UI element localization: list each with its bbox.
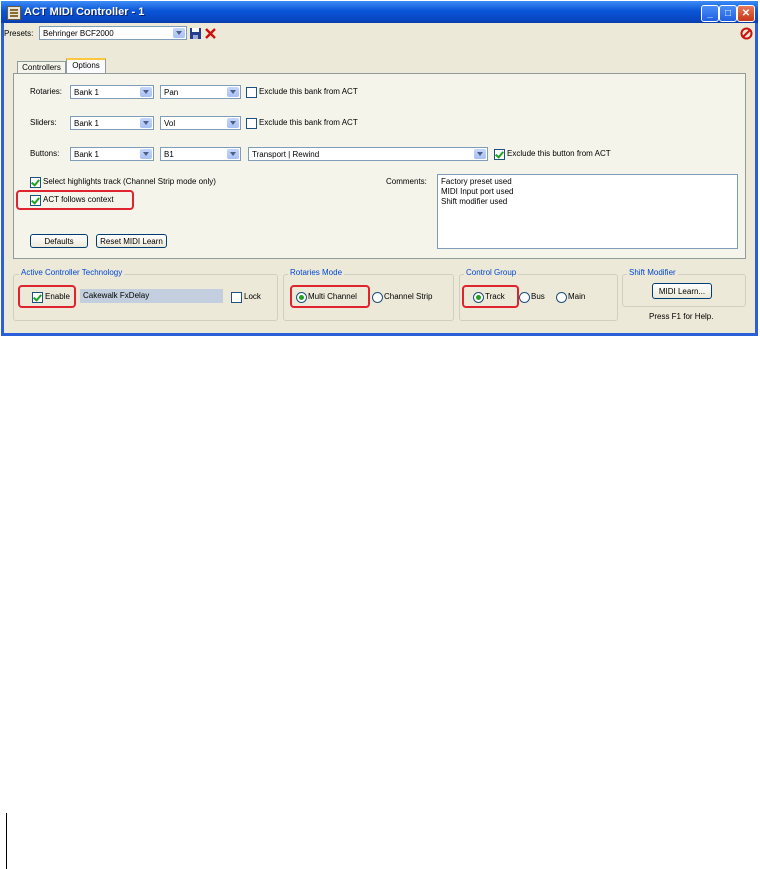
act-follows-checkbox[interactable]	[30, 195, 41, 206]
midi-learn-button[interactable]: MIDI Learn...	[652, 283, 712, 299]
lock-label: Lock	[244, 292, 261, 301]
app-icon	[7, 6, 21, 20]
save-icon[interactable]	[189, 27, 202, 40]
sliders-exclude-label: Exclude this bank from ACT	[259, 118, 358, 127]
no-entry-icon[interactable]	[740, 27, 753, 40]
dropdown-value: Bank 1	[74, 119, 99, 128]
comments-label: Comments:	[386, 177, 427, 186]
chevron-down-icon[interactable]	[227, 118, 239, 128]
chevron-down-icon[interactable]	[227, 87, 239, 97]
select-highlights-label: Select highlights track (Channel Strip m…	[43, 177, 216, 186]
presets-value: Behringer BCF2000	[43, 29, 114, 38]
buttons-action-dropdown[interactable]: Transport | Rewind	[248, 147, 488, 161]
bus-label: Bus	[531, 292, 545, 301]
buttons-bank-dropdown[interactable]: Bank 1	[70, 147, 154, 161]
rotaries-bank-dropdown[interactable]: Bank 1	[70, 85, 154, 99]
sliders-label: Sliders:	[30, 118, 57, 127]
sliders-bank-dropdown[interactable]: Bank 1	[70, 116, 154, 130]
act-follows-label: ACT follows context	[43, 195, 114, 204]
active-plugin-field: Cakewalk FxDelay	[80, 289, 223, 303]
rotaries-label: Rotaries:	[30, 87, 63, 96]
defaults-button[interactable]: Defaults	[30, 234, 88, 248]
bus-radio[interactable]	[519, 292, 530, 303]
close-button[interactable]: ✕	[737, 5, 755, 22]
minimize-button[interactable]: _	[701, 5, 719, 22]
chevron-down-icon[interactable]	[474, 149, 486, 159]
multi-channel-radio[interactable]	[296, 292, 307, 303]
rotaries-mode-label: Rotaries Mode	[288, 268, 345, 277]
title-bar[interactable]: ACT MIDI Controller - 1 _ □ ✕	[1, 1, 758, 23]
buttons-exclude-checkbox[interactable]	[494, 149, 505, 160]
dropdown-value: Transport | Rewind	[252, 150, 320, 159]
comment-line: Shift modifier used	[441, 197, 508, 206]
chevron-down-icon[interactable]	[173, 28, 185, 38]
presets-label: Presets:	[4, 29, 34, 38]
select-highlights-checkbox[interactable]	[30, 177, 41, 188]
main-label: Main	[568, 292, 586, 301]
edge-line	[6, 813, 7, 869]
comment-line: Factory preset used	[441, 177, 512, 186]
chevron-down-icon[interactable]	[140, 118, 152, 128]
track-radio[interactable]	[473, 292, 484, 303]
rotaries-exclude-checkbox[interactable]	[246, 87, 257, 98]
control-group-label: Control Group	[464, 268, 519, 277]
sliders-param-dropdown[interactable]: Vol	[160, 116, 241, 130]
chevron-down-icon[interactable]	[227, 149, 239, 159]
chevron-down-icon[interactable]	[140, 149, 152, 159]
comments-textarea[interactable]: Factory preset used MIDI Input port used…	[437, 174, 738, 249]
reset-midi-learn-button[interactable]: Reset MIDI Learn	[96, 234, 167, 248]
sliders-exclude-checkbox[interactable]	[246, 118, 257, 129]
help-text: Press F1 for Help.	[649, 312, 714, 321]
lock-checkbox[interactable]	[231, 292, 242, 303]
shift-modifier-label: Shift Modifier	[627, 268, 678, 277]
rotaries-exclude-label: Exclude this bank from ACT	[259, 87, 358, 96]
dropdown-value: Bank 1	[74, 88, 99, 97]
close-icon: ✕	[741, 8, 751, 19]
minimize-icon: _	[707, 8, 713, 19]
act-enable-label: Enable	[45, 292, 70, 301]
presets-dropdown[interactable]: Behringer BCF2000	[39, 26, 187, 40]
rotaries-param-dropdown[interactable]: Pan	[160, 85, 241, 99]
dropdown-value: Vol	[164, 119, 176, 128]
comment-line: MIDI Input port used	[441, 187, 514, 196]
buttons-label: Buttons:	[30, 149, 60, 158]
multi-channel-label: Multi Channel	[308, 292, 357, 301]
chevron-down-icon[interactable]	[140, 87, 152, 97]
options-panel: Rotaries: Bank 1 Pan Exclude this bank f…	[13, 73, 746, 259]
tab-label: Options	[72, 61, 100, 70]
buttons-exclude-label: Exclude this button from ACT	[507, 149, 611, 158]
tab-controllers[interactable]: Controllers	[17, 61, 66, 73]
channel-strip-radio[interactable]	[372, 292, 383, 303]
buttons-button-dropdown[interactable]: B1	[160, 147, 241, 161]
main-radio[interactable]	[556, 292, 567, 303]
client-area: Presets: Behringer BCF2000 Controllers O…	[4, 23, 755, 333]
dropdown-value: Bank 1	[74, 150, 99, 159]
channel-strip-label: Channel Strip	[384, 292, 433, 301]
act-group-label: Active Controller Technology	[19, 268, 125, 277]
track-label: Track	[485, 292, 505, 301]
maximize-button[interactable]: □	[719, 5, 737, 22]
dropdown-value: Pan	[164, 88, 179, 97]
dropdown-value: B1	[164, 150, 174, 159]
tab-options[interactable]: Options	[66, 58, 106, 74]
window-title: ACT MIDI Controller - 1	[24, 6, 145, 18]
tab-label: Controllers	[22, 63, 61, 72]
delete-icon[interactable]	[204, 27, 217, 40]
maximize-icon: □	[724, 8, 732, 19]
act-enable-checkbox[interactable]	[32, 292, 43, 303]
